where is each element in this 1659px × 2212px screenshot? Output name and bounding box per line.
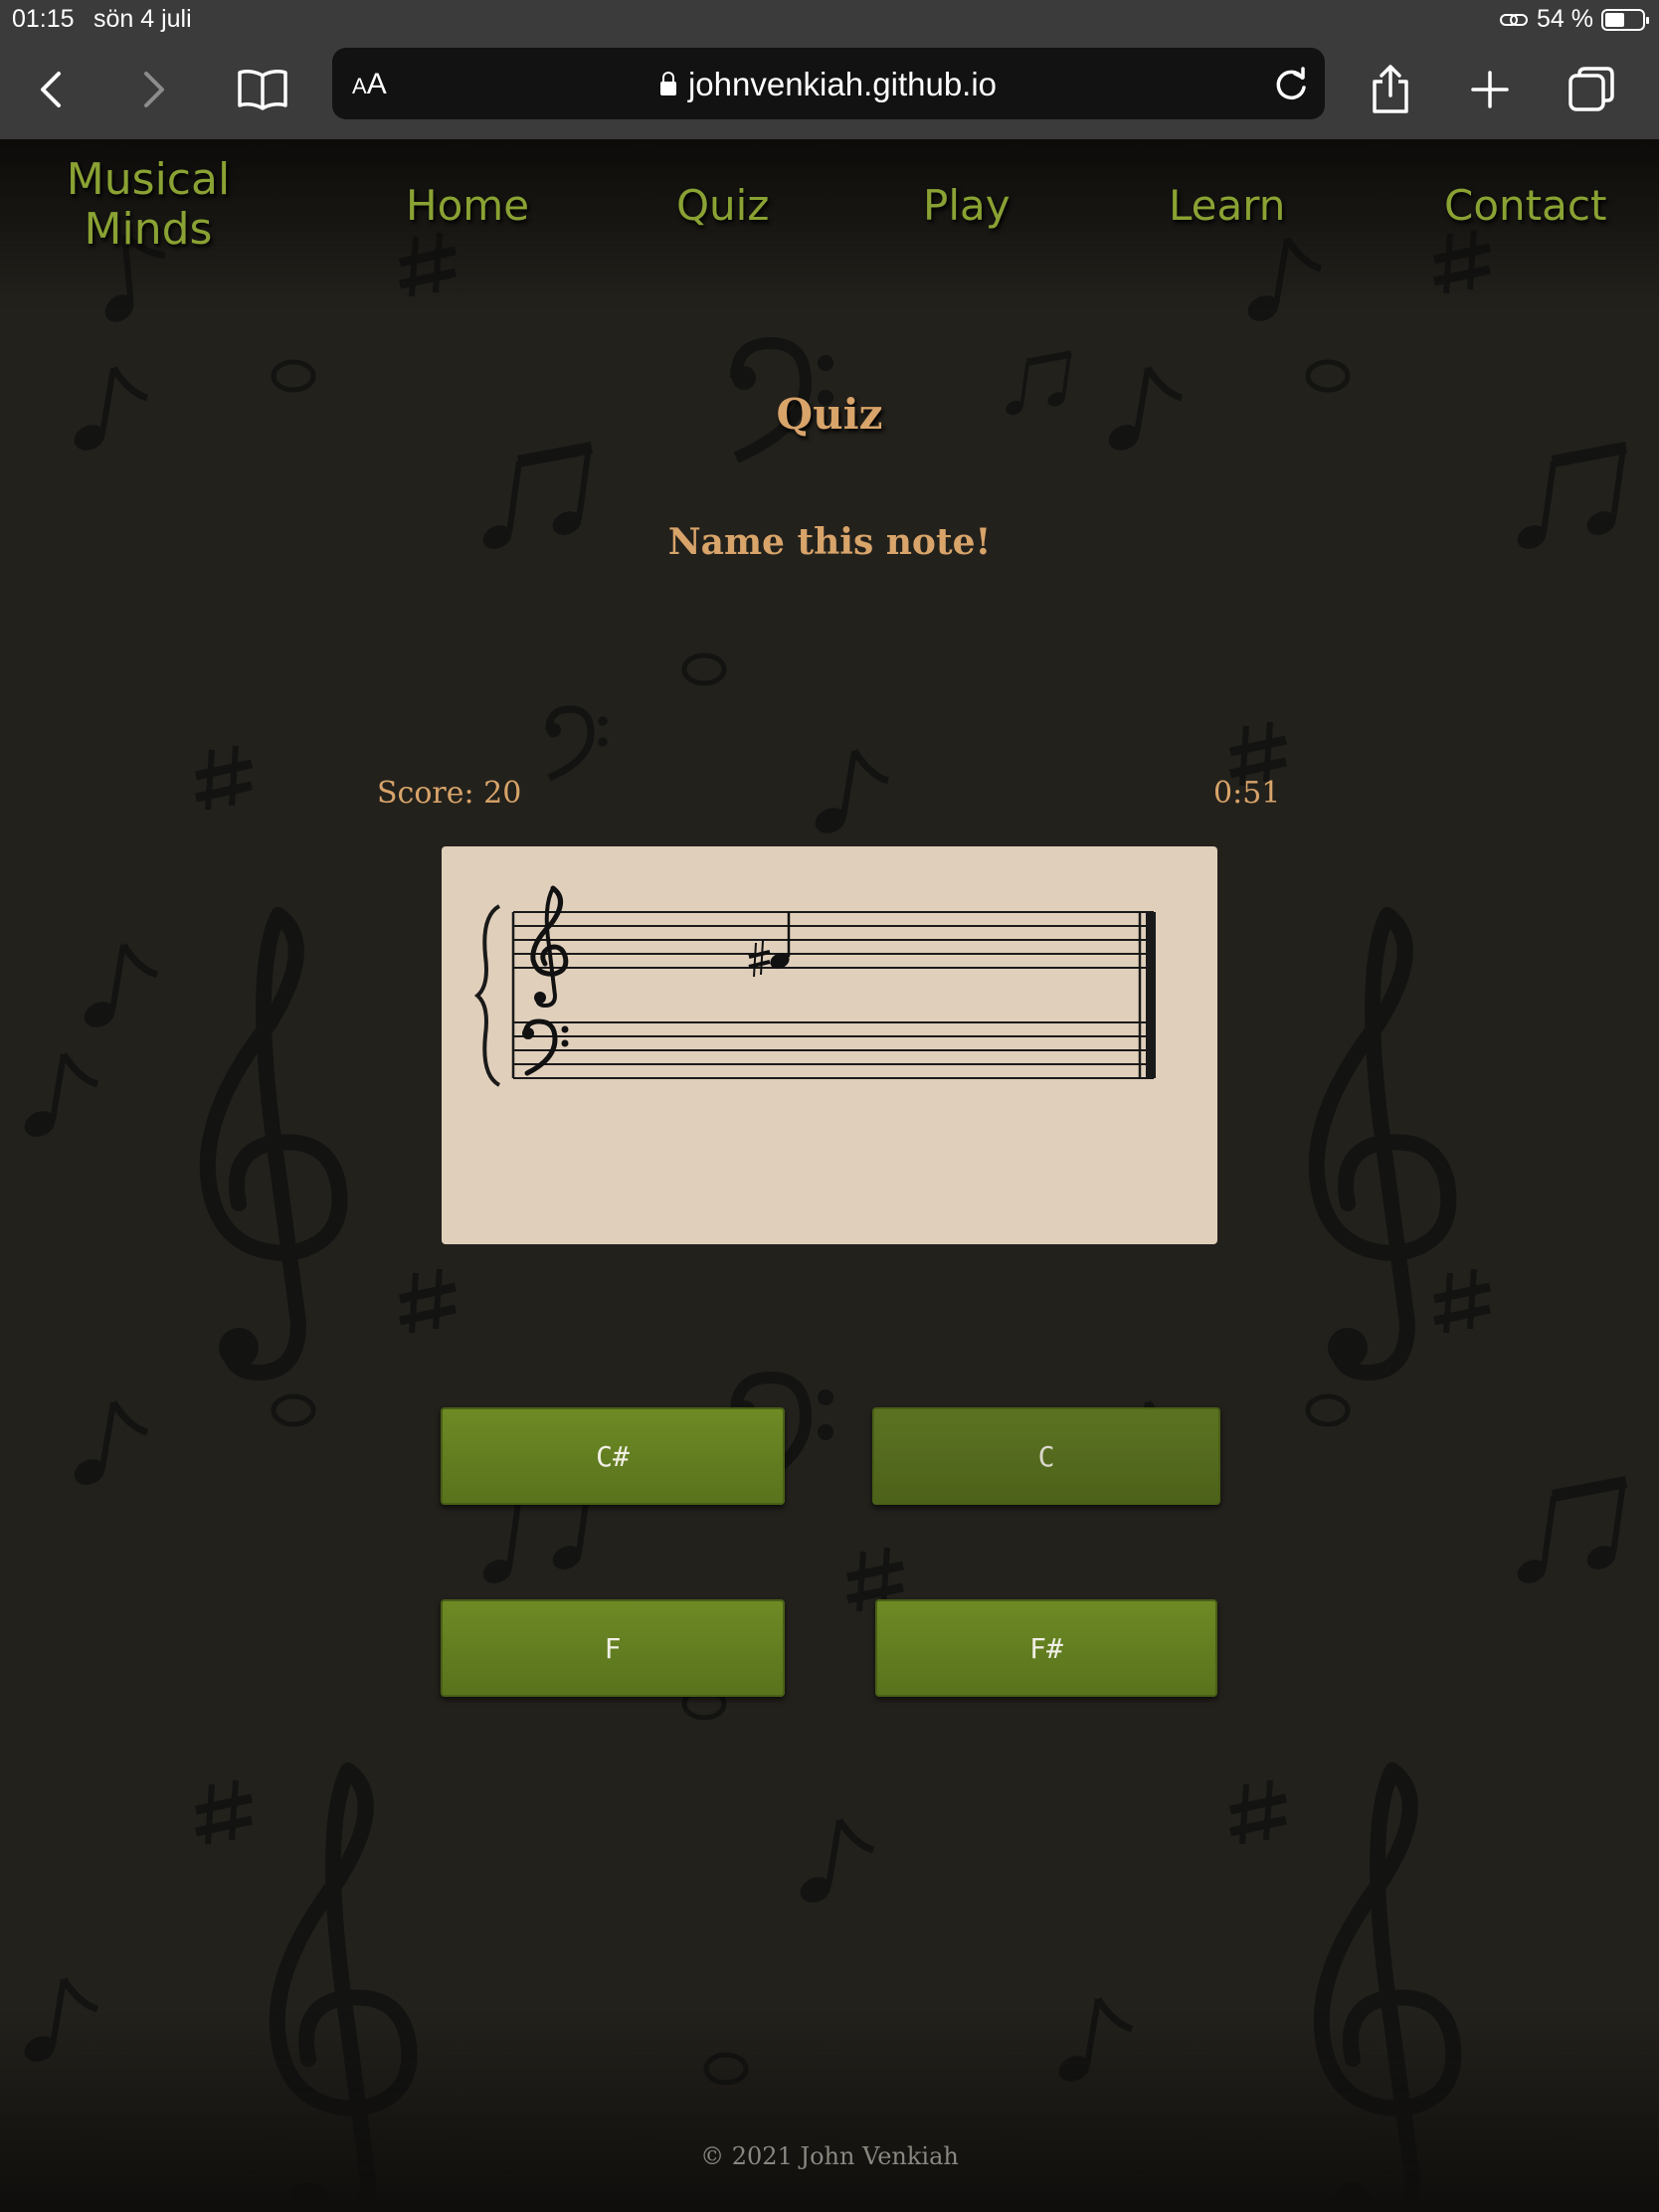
chevron-left-icon [41,72,61,107]
nav-home[interactable]: Home [406,181,529,230]
lock-icon [659,72,676,95]
score-display: Score: 20 [377,776,522,811]
answer-button-4[interactable]: F# [875,1599,1217,1697]
status-bar: 01:15 sön 4 juli 54 % [0,0,1659,40]
bookmarks-button[interactable] [233,60,292,119]
bass-staff-lines [513,1021,1154,1079]
url-display[interactable]: johnvenkiah.github.io [332,66,1325,103]
nav-quiz[interactable]: Quiz [676,181,769,230]
brand-line-1: Musical [66,154,231,205]
tabs-button[interactable] [1562,60,1621,119]
status-time: 01:15 [12,5,75,33]
footer-copyright: © 2021 John Venkiah [700,2142,959,2170]
answer-button-2[interactable]: C [872,1407,1220,1505]
site-logo[interactable]: Musical Minds [44,155,253,255]
new-tab-button[interactable] [1460,60,1520,119]
timer-display: 0:51 [1213,776,1281,811]
status-right: 54 % [1499,5,1649,34]
book-icon [238,70,287,110]
plus-icon [1471,71,1509,108]
back-button[interactable] [22,60,82,119]
reload-button[interactable] [1271,64,1311,108]
battery-percent: 54 % [1537,5,1593,33]
nav-contact[interactable]: Contact [1444,181,1606,230]
note-staff-card [442,846,1217,1244]
web-page: Musical Minds Home Quiz Play Learn Conta… [0,139,1659,2212]
browser-toolbar: AA johnvenkiah.github.io [0,40,1659,139]
chevron-right-icon [144,72,164,107]
answer-button-1[interactable]: C# [441,1407,785,1505]
sharp-icon [748,940,771,978]
forward-button[interactable] [123,60,183,119]
battery-fill [1605,12,1625,27]
treble-staff-lines [513,911,1154,969]
status-date: sön 4 juli [93,5,192,33]
address-bar[interactable]: AA johnvenkiah.github.io [332,48,1325,119]
page-title: Quiz [776,390,883,439]
url-text: johnvenkiah.github.io [687,66,998,102]
quiz-prompt: Name this note! [667,521,992,563]
share-button[interactable] [1361,60,1420,119]
reload-icon [1276,67,1306,100]
brand-line-2: Minds [84,204,213,255]
answer-button-3[interactable]: F [441,1599,785,1697]
nav-play[interactable]: Play [923,181,1011,230]
brace [473,904,501,1087]
grand-staff [473,885,1156,1087]
quarter-note-icon [770,912,791,970]
link-icon [1500,13,1529,26]
nav-learn[interactable]: Learn [1169,181,1285,230]
tabs-icon [1568,67,1614,111]
footer-shade [0,2013,1659,2212]
bass-clef-icon [522,1018,569,1076]
share-icon [1373,65,1408,113]
treble-clef-icon [530,885,569,1009]
battery-icon [1601,8,1649,31]
